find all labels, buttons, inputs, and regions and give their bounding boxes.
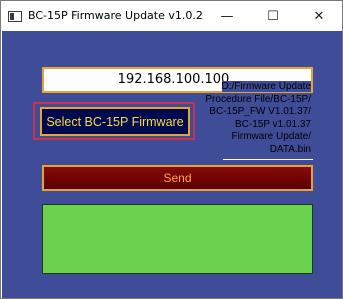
app-icon [8,11,22,22]
maximize-icon: ☐ [267,8,279,24]
title-bar[interactable]: BC-15P Firmware Update v1.0.2 — ☐ ✕ [1,1,342,31]
minimize-icon: — [220,8,234,24]
firmware-path-text: D:/Firmware Update Procedure File/BC-15P… [205,81,311,155]
window-title: BC-15P Firmware Update v1.0.2 [28,9,203,22]
path-underline [223,159,313,160]
status-box [42,204,313,274]
app-window: BC-15P Firmware Update v1.0.2 — ☐ ✕ 192.… [0,0,343,299]
select-firmware-button[interactable]: Select BC-15P Firmware [40,107,190,136]
send-button[interactable]: Send [42,165,313,191]
close-button[interactable]: ✕ [296,1,342,31]
maximize-button[interactable]: ☐ [250,1,296,31]
close-icon: ✕ [313,8,325,24]
minimize-button[interactable]: — [204,1,250,31]
firmware-path-label: D:/Firmware Update Procedure File/BC-15P… [193,81,311,156]
client-area: 192.168.100.100 Select BC-15P Firmware D… [2,31,342,298]
